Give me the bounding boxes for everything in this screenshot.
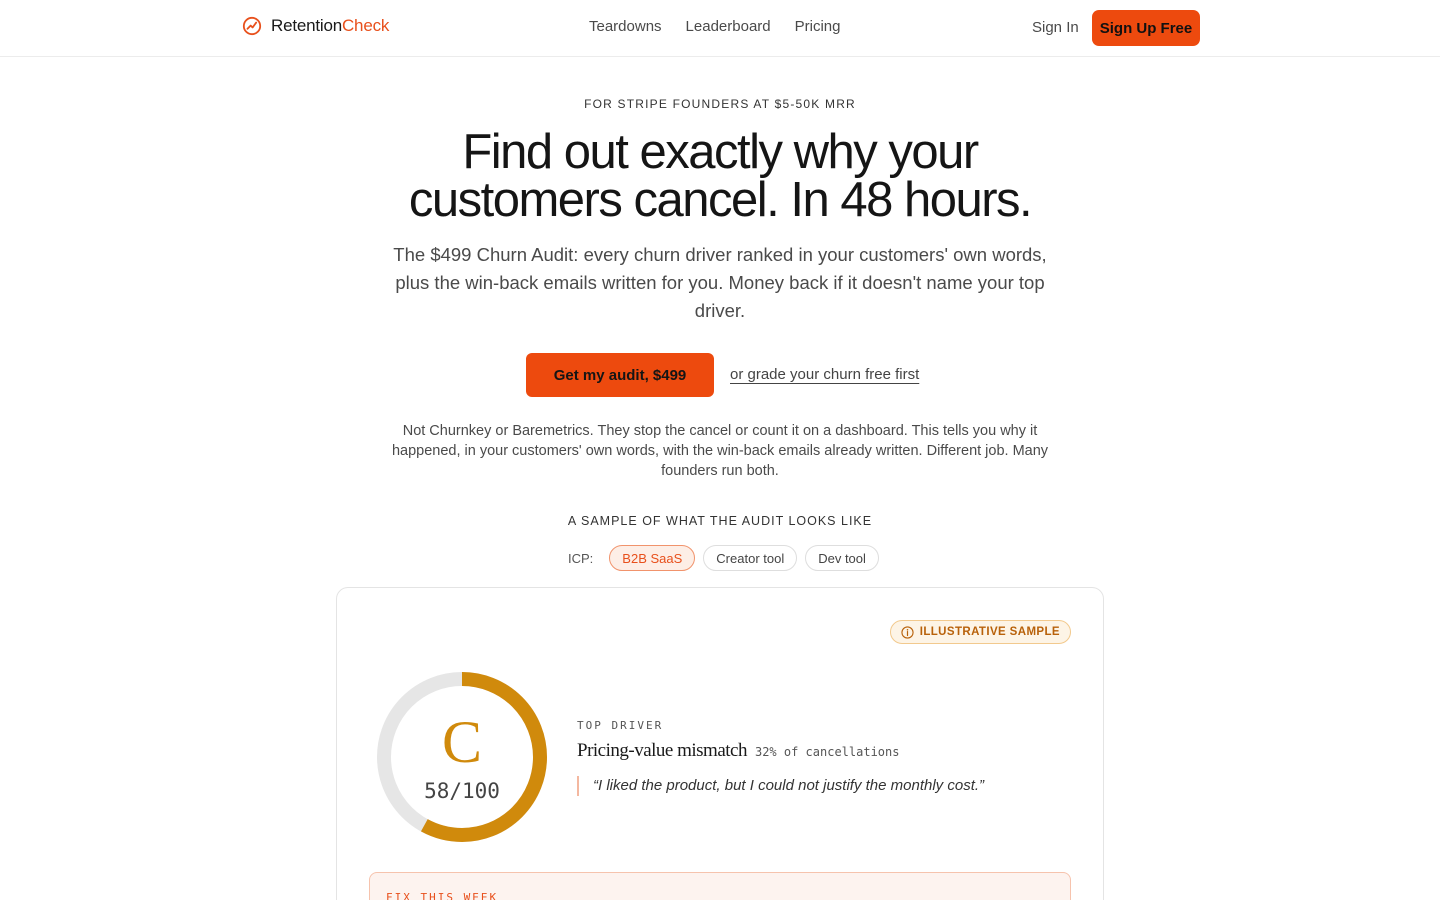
main-nav: Teardowns Leaderboard Pricing — [589, 18, 840, 35]
illustrative-sample-badge: ILLUSTRATIVE SAMPLE — [889, 620, 1071, 644]
driver-title-row: Pricing-value mismatch 32% of cancellati… — [577, 740, 1077, 762]
chart-circle-icon — [242, 16, 262, 36]
icp-pill-dev-tool[interactable]: Dev tool — [805, 545, 879, 571]
hero-headline: Find out exactly why your customers canc… — [408, 125, 1033, 227]
sign-in-link[interactable]: Sign In — [1032, 19, 1079, 36]
driver-share: 32% of cancellations — [754, 745, 900, 759]
icp-pill-creator-tool[interactable]: Creator tool — [703, 545, 798, 571]
score-text: 58/100 — [424, 779, 500, 803]
nav-leaderboard-link[interactable]: Leaderboard — [686, 18, 771, 35]
grade-letter: C — [442, 709, 482, 775]
customer-quote: “I liked the product, but I could not ju… — [577, 776, 1077, 796]
nav-pricing-link[interactable]: Pricing — [795, 18, 841, 35]
grade-churn-free-link[interactable]: or grade your churn free first — [730, 366, 919, 383]
brand-name: RetentionCheck — [271, 16, 390, 35]
hero-eyebrow: FOR STRIPE FOUNDERS AT $5-50K MRR — [584, 97, 856, 111]
badge-label: ILLUSTRATIVE SAMPLE — [919, 626, 1060, 638]
icp-selector: ICP: B2B SaaS Creator tool Dev tool — [568, 545, 879, 571]
hero-subhead: The $499 Churn Audit: every churn driver… — [393, 244, 1047, 321]
info-icon — [901, 625, 914, 639]
get-audit-button[interactable]: Get my audit, $499 — [526, 353, 714, 397]
competitor-disclaimer: Not Churnkey or Baremetrics. They stop t… — [391, 423, 1049, 479]
sample-section-label: A SAMPLE OF WHAT THE AUDIT LOOKS LIKE — [567, 514, 873, 528]
icp-label: ICP: — [568, 550, 594, 566]
top-navigation-bar: RetentionCheck Teardowns Leaderboard Pri… — [0, 0, 1440, 57]
sample-audit-card: ILLUSTRATIVE SAMPLE C 58/100 TOP DRIVER … — [336, 587, 1104, 900]
fix-this-week-panel: FIX THIS WEEK — [369, 872, 1071, 900]
sign-up-button[interactable]: Sign Up Free — [1092, 10, 1200, 46]
fix-this-week-label: FIX THIS WEEK — [386, 891, 499, 900]
brand-logo-link[interactable]: RetentionCheck — [242, 16, 389, 36]
nav-teardowns-link[interactable]: Teardowns — [589, 18, 662, 35]
icp-pill-b2b-saas[interactable]: B2B SaaS — [609, 545, 696, 571]
driver-title: Pricing-value mismatch — [577, 740, 747, 761]
top-driver-block: TOP DRIVER Pricing-value mismatch 32% of… — [577, 719, 1077, 796]
top-driver-label: TOP DRIVER — [577, 719, 664, 732]
churn-grade-gauge: C 58/100 — [377, 672, 547, 842]
